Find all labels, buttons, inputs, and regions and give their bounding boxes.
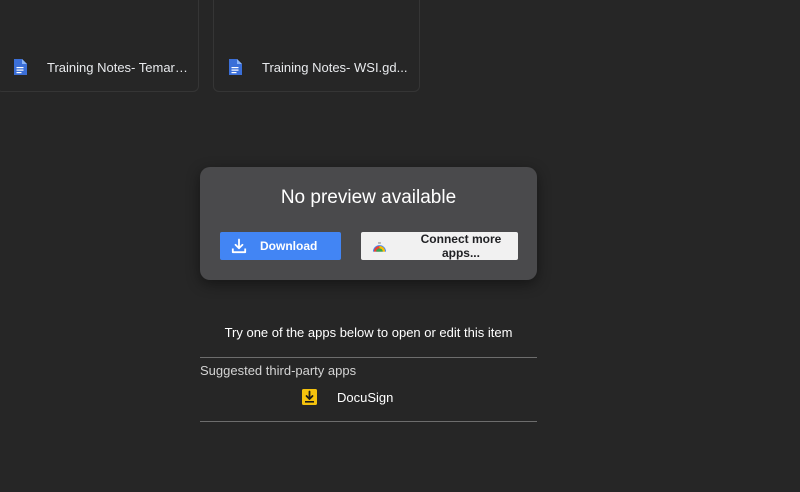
docusign-icon (302, 389, 317, 405)
divider (200, 357, 537, 358)
download-button[interactable]: Download (220, 232, 341, 260)
connect-label: Connect more apps... (420, 232, 502, 260)
docs-icon (229, 59, 242, 75)
file-label: Training Notes- WSI.gd... (228, 58, 409, 76)
divider (200, 421, 537, 422)
suggested-apps-heading: Suggested third-party apps (200, 363, 357, 378)
download-label: Download (260, 239, 318, 253)
preview-title: No preview available (280, 187, 457, 208)
app-item-docusign[interactable]: DocuSign (302, 388, 393, 406)
download-icon (231, 238, 247, 254)
file-label: Training Notes- Temarr... (13, 58, 188, 76)
file-card[interactable]: Training Notes- WSI.gd... (213, 0, 420, 92)
app-name: DocuSign (337, 389, 394, 405)
file-card[interactable]: Training Notes- Temarr... (0, 0, 199, 92)
file-name: Training Notes- WSI.gd... (262, 59, 408, 75)
connect-apps-icon (372, 242, 387, 252)
connect-more-apps-button[interactable]: Connect more apps... (361, 232, 518, 260)
docs-icon (14, 59, 27, 75)
suggestion-prompt: Try one of the apps below to open or edi… (224, 325, 513, 340)
no-preview-panel: No preview available Download Connect mo… (200, 167, 537, 280)
file-name: Training Notes- Temarr... (47, 59, 188, 75)
